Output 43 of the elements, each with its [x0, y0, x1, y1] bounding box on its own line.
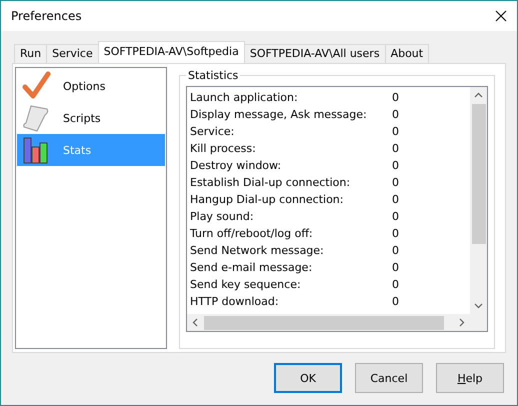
- stat-name: Destroy window:: [190, 159, 282, 172]
- stat-name: Establish Dial-up connection:: [190, 176, 352, 189]
- stat-name: Display message, Ask message:: [190, 108, 368, 121]
- checkmark-icon: [21, 71, 51, 101]
- stat-name: Launch application:: [190, 91, 299, 104]
- stat-name: Service:: [190, 125, 236, 138]
- stat-value: 0: [392, 193, 399, 206]
- scroll-icon: [21, 103, 51, 133]
- stat-name: Send Network message:: [190, 244, 325, 257]
- dialog-button[interactable]: OK: [274, 363, 342, 393]
- close-icon[interactable]: [495, 10, 507, 22]
- stat-name: Send e-mail message:: [190, 261, 314, 274]
- stat-value: 0: [392, 244, 399, 257]
- tab[interactable]: About: [384, 44, 430, 63]
- stat-name: Hangup Dial-up connection:: [190, 193, 344, 206]
- dialog-button[interactable]: Help: [436, 363, 504, 393]
- stat-name: Kill process:: [190, 142, 257, 155]
- stat-value: 0: [392, 227, 399, 240]
- stat-value: 0: [392, 91, 399, 104]
- scrollbar-thumb[interactable]: [204, 316, 444, 330]
- stat-name: Turn off/reboot/log off:: [190, 227, 314, 240]
- tab[interactable]: Run: [14, 44, 48, 63]
- stat-value: 0: [392, 278, 399, 291]
- scrollbar-thumb[interactable]: [472, 104, 486, 244]
- stat-name: Play sound:: [190, 210, 255, 223]
- sidebar-item[interactable]: Scripts: [17, 102, 165, 134]
- dialog-button[interactable]: Cancel: [355, 363, 423, 393]
- vertical-scrollbar[interactable]: [470, 87, 487, 314]
- stat-name: HTTP download:: [190, 295, 280, 308]
- tab[interactable]: SOFTPEDIA-AV\Softpedia: [98, 41, 245, 63]
- stat-value: 0: [392, 210, 399, 223]
- group-title: Statistics: [186, 69, 240, 82]
- stat-value: 0: [392, 142, 399, 155]
- stat-value: 0: [392, 295, 399, 308]
- stat-value: 0: [392, 261, 399, 274]
- stat-name: Send key sequence:: [190, 278, 302, 291]
- sidebar-item[interactable]: Options: [17, 70, 165, 102]
- horizontal-scrollbar[interactable]: [187, 314, 487, 331]
- stat-value: 0: [392, 176, 399, 189]
- stat-value: 0: [392, 108, 399, 121]
- stat-value: 0: [392, 159, 399, 172]
- stat-value: 0: [392, 125, 399, 138]
- window-title: Preferences: [11, 9, 82, 23]
